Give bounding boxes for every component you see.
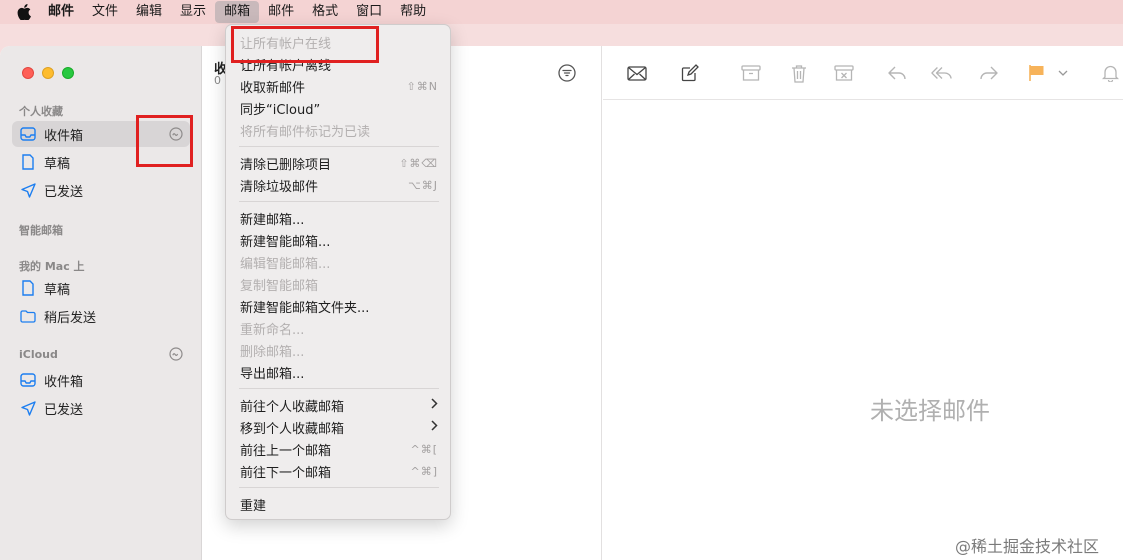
zoom-window-button[interactable] [62,67,74,79]
window-controls [22,67,74,79]
chevron-down-icon[interactable] [1056,63,1070,83]
sidebar-item-label: 草稿 [44,156,71,172]
apple-icon[interactable] [13,1,35,23]
sidebar-item-send-later[interactable]: 稍后发送 [12,303,190,329]
menu-window[interactable]: 窗口 [347,0,391,24]
menu-separator [239,146,439,147]
reply-icon[interactable] [886,63,908,83]
sent-icon [20,182,36,198]
menu-mail-app[interactable]: 邮件 [39,0,83,24]
shortcut: ⇧⌘⌫ [399,156,438,170]
section-smart-mailboxes[interactable]: 智能邮箱 [19,222,63,238]
shortcut: ⌥⌘J [408,178,438,192]
trash-icon[interactable] [788,63,810,83]
menu-help[interactable]: 帮助 [391,0,435,24]
chevron-right-icon [431,419,438,435]
menu-item-sync-icloud[interactable]: 同步“iCloud” [240,98,438,118]
menu-format[interactable]: 格式 [303,0,347,24]
close-window-button[interactable] [22,67,34,79]
sidebar-item-label: 收件箱 [44,128,84,144]
shortcut: ^⌘] [410,464,438,478]
sidebar-item-label: 已发送 [44,184,84,200]
menu-item-move-to-favorite[interactable]: 移到个人收藏邮箱 [240,417,438,437]
forward-icon[interactable] [978,63,1000,83]
compose-icon[interactable] [679,63,701,83]
menu-item-previous-mailbox[interactable]: 前往上一个邮箱 ^⌘[ [240,439,438,459]
menu-item-new-mailbox[interactable]: 新建邮箱... [240,208,438,228]
menu-file[interactable]: 文件 [83,0,127,24]
menu-item-new-smart-mailbox[interactable]: 新建智能邮箱... [240,230,438,250]
menu-item-rebuild[interactable]: 重建 [240,494,438,514]
sidebar-item-label: 草稿 [44,282,71,298]
no-message-selected: 未选择邮件 [870,397,990,425]
menu-item-go-to-favorite[interactable]: 前往个人收藏邮箱 [240,395,438,415]
shortcut: ⇧⌘N [406,79,438,93]
menu-mailbox[interactable]: 邮箱 [215,1,260,23]
junk-icon[interactable] [833,63,855,83]
section-favorites[interactable]: 个人收藏 [19,103,63,119]
inbox-icon [20,126,36,142]
menu-item-rename[interactable]: 重新命名... [240,318,438,338]
menu-bar: 邮件 文件 编辑 显示 邮箱 邮件 格式 窗口 帮助 [0,0,1123,24]
section-on-my-mac[interactable]: 我的 Mac 上 [19,258,85,274]
folder-icon [20,308,36,324]
menu-separator [239,388,439,389]
flag-icon[interactable] [1026,63,1048,83]
sidebar-item-label: 收件箱 [44,374,84,390]
menu-item-edit-smart-mailbox[interactable]: 编辑智能邮箱... [240,252,438,272]
menu-item-erase-deleted[interactable]: 清除已删除项目 ⇧⌘⌫ [240,153,438,173]
menu-item-mark-all-read[interactable]: 将所有邮件标记为已读 [240,120,438,140]
chevron-right-icon [431,397,438,413]
sidebar-item-label: 已发送 [44,402,84,418]
annotation-box [136,115,193,167]
sidebar-item-label: 稍后发送 [44,310,97,326]
bell-icon[interactable] [1099,63,1121,83]
message-viewer: 未选择邮件 [603,46,1123,560]
mailbox-menu: 让所有帐户在线 让所有帐户离线 收取新邮件 ⇧⌘N 同步“iCloud” 将所有邮… [225,24,451,520]
filter-icon[interactable] [557,63,577,83]
sent-icon [20,400,36,416]
sidebar-item-icloud-inbox[interactable]: 收件箱 [12,367,190,393]
menu-view[interactable]: 显示 [171,0,215,24]
menu-item-new-smart-mailbox-folder[interactable]: 新建智能邮箱文件夹... [240,296,438,316]
inbox-icon [20,372,36,388]
minimize-window-button[interactable] [42,67,54,79]
menu-item-export-mailbox[interactable]: 导出邮箱... [240,362,438,382]
menu-edit[interactable]: 编辑 [127,0,171,24]
menu-separator [239,201,439,202]
archive-icon[interactable] [740,63,762,83]
draft-icon [20,280,36,296]
sidebar-item-mac-drafts[interactable]: 草稿 [12,275,190,301]
reply-all-icon[interactable] [931,63,953,83]
activity-icon [169,347,183,361]
section-icloud[interactable]: iCloud [19,348,58,361]
menu-item-next-mailbox[interactable]: 前往下一个邮箱 ^⌘] [240,461,438,481]
menu-item-duplicate-smart-mailbox[interactable]: 复制智能邮箱 [240,274,438,294]
menu-separator [239,487,439,488]
sidebar-item-icloud-sent[interactable]: 已发送 [12,395,190,421]
watermark: @稀土掘金技术社区 [955,537,1100,556]
menu-message[interactable]: 邮件 [259,0,303,24]
toolbar [603,46,1123,100]
shortcut: ^⌘[ [410,442,438,456]
message-count: 0 [214,74,221,87]
draft-icon [20,154,36,170]
get-mail-icon[interactable] [626,63,648,83]
annotation-box [231,26,379,63]
menu-item-erase-junk[interactable]: 清除垃圾邮件 ⌥⌘J [240,175,438,195]
menu-item-delete-mailbox[interactable]: 删除邮箱... [240,340,438,360]
menu-item-get-new-mail[interactable]: 收取新邮件 ⇧⌘N [240,76,438,96]
sidebar-item-sent[interactable]: 已发送 [12,177,190,203]
